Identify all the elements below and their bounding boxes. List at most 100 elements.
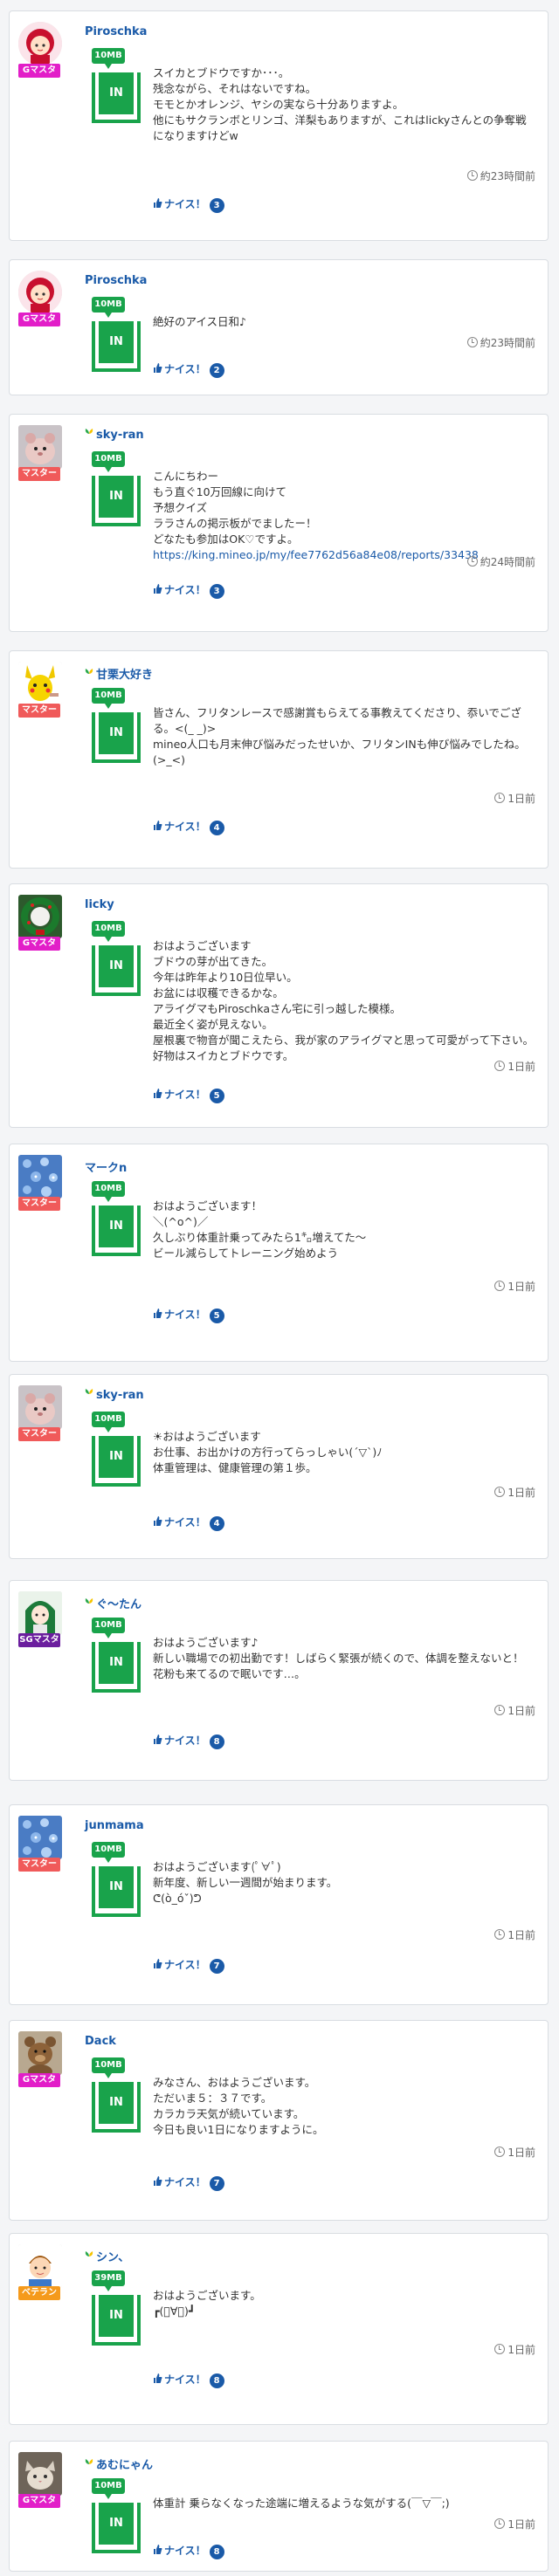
thumbs-up-icon [153,1089,164,1101]
post-card: マスター junmama 10MB IN おはようございます(ﾟ∀ﾟ) 新年度、新… [9,1804,549,2005]
post-time-text: 1日前 [507,1061,535,1073]
username-link[interactable]: あむにゃん [85,2456,153,2472]
username-text: Piroschka [85,274,148,287]
post-message-line: ☀おはようございます [153,1430,261,1443]
beginner-leaf-icon [85,1389,96,1402]
nice-count: 8 [209,1735,224,1749]
user-avatar[interactable] [18,895,62,938]
nice-button[interactable]: ナイス！ 3 [153,582,224,599]
thumbs-up-icon [153,2373,164,2386]
in-box-icon: IN [92,321,141,372]
rank-badge: マスター [18,1197,60,1211]
user-avatar[interactable] [18,2031,62,2075]
clock-icon [494,2344,506,2354]
thumbs-up-icon [153,1959,164,1971]
post-time: 1日前 [494,1059,535,1074]
username-text: シン、 [96,2251,130,2264]
post-time-text: 約24時間前 [480,556,535,568]
post-message-line: みなさん、おはようございます。 [153,2076,316,2089]
post-message-line: 絶好のアイス日和♪ [153,315,246,328]
post-message: 体重計 乗らなくなった途端に増えるような気がする(￣▽￣;) [153,2496,537,2511]
post-message-line: ビール減らしてトレーニング始めよう [153,1247,339,1260]
user-avatar[interactable] [18,1816,62,1859]
post-message-line: 残念ながら、それはないですね。 [153,82,317,95]
post-message-line: 久しぶり体重計乗ってみたら1㌔増えてた〜 [153,1231,367,1244]
nice-count: 3 [209,584,224,599]
in-box-icon: IN [92,476,141,526]
user-avatar[interactable] [18,2452,62,2496]
nice-label: ナイス！ [164,2176,206,2188]
user-avatar[interactable] [18,271,62,314]
in-box-icon: IN [92,945,141,996]
thumbs-up-icon [153,2176,164,2188]
username-link[interactable]: Piroschka [85,25,147,38]
username-link[interactable]: Piroschka [85,274,147,287]
in-box-icon: IN [92,72,141,123]
data-amount-tag: 10MB [92,1842,125,1863]
nice-label: ナイス！ [164,2545,206,2557]
post-message-line: おはようございます。 [153,2289,261,2302]
in-label: IN [99,321,134,363]
user-avatar[interactable] [18,22,62,65]
username-text: ぐ〜たん [96,1598,142,1611]
post-card: Gマスター あむにゃん 10MB IN 体重計 乗らなくなった途端に増えるような… [9,2441,549,2572]
user-avatar[interactable] [18,1591,62,1635]
post-time: 1日前 [494,1927,535,1942]
nice-button[interactable]: ナイス！ 4 [153,1515,224,1531]
post-time-text: 1日前 [507,793,535,805]
username-link[interactable]: マークn [85,1158,127,1175]
user-avatar[interactable] [18,662,62,705]
username-link[interactable]: sky-ran [85,1389,144,1402]
post-time-text: 1日前 [507,2147,535,2159]
post-card: ベテラン シン、 39MB IN おはようございます。 ┏(ﾟ∀ﾟ)┛ 1日前 ナ… [9,2233,549,2425]
post-message-line: 体重計 乗らなくなった途端に増えるような気がする(￣▽￣;) [153,2497,450,2510]
rank-badge: Gマスター [18,64,60,89]
beginner-leaf-icon [85,1598,96,1611]
data-amount-tag: 10MB [92,1412,125,1432]
username-link[interactable]: 甘栗大好き [85,665,153,682]
nice-count: 7 [209,1959,224,1974]
user-avatar[interactable] [18,1385,62,1429]
post-message-line: 最近全く姿が見えない。 [153,1018,273,1031]
post-time: 約24時間前 [466,554,535,569]
rank-badge: マスター [18,1427,60,1441]
post-message: おはようございます！ ＼(^o^)／ 久しぶり体重計乗ってみたら1㌔増えてた〜 ビール… [153,1199,537,1261]
username-link[interactable]: junmama [85,1819,144,1832]
post-message: スイカとブドウですか･･･。 残念ながら、それはないですね。 モモとかオレンジ、ヤシ… [153,65,537,144]
clock-icon [494,793,506,803]
nice-button[interactable]: ナイス！ 8 [153,2543,224,2559]
post-card: Gマスター Dack 10MB IN みなさん、おはようございます。 ただいま５：… [9,2020,549,2221]
post-message-line: 新しい職場での初出勤です！しばらく緊張が続くので、体調を整えないと！ [153,1652,524,1665]
nice-button[interactable]: ナイス！ 7 [153,2174,224,2191]
rank-badge: マスター [18,467,60,481]
post-time: 1日前 [494,1485,535,1500]
post-time: 約23時間前 [466,168,535,183]
nice-count: 5 [209,1309,224,1323]
post-message-line: ┏(ﾟ∀ﾟ)┛ [153,2305,196,2318]
user-avatar[interactable] [18,2244,62,2288]
post-message: こんにちわー もう直ぐ10万回線に向けて 予想クイズ ララさんの掲示板がでましたー！ ど… [153,469,537,563]
data-amount-tag: 10MB [92,921,125,942]
username-link[interactable]: licky [85,898,114,911]
in-label: IN [99,1206,134,1247]
nice-button[interactable]: ナイス！ 8 [153,1733,224,1749]
username-link[interactable]: ぐ〜たん [85,1595,141,1611]
nice-count: 3 [209,198,224,213]
nice-button[interactable]: ナイス！ 5 [153,1307,224,1323]
post-time-text: 1日前 [507,1487,535,1499]
post-message-line: ＼(^o^)／ [153,1215,209,1228]
nice-button[interactable]: ナイス！ 7 [153,1957,224,1974]
nice-button[interactable]: ナイス！ 4 [153,819,224,835]
nice-button[interactable]: ナイス！ 8 [153,2372,224,2388]
nice-button[interactable]: ナイス！ 3 [153,196,224,213]
user-avatar[interactable] [18,1155,62,1199]
username-link[interactable]: Dack [85,2035,116,2048]
nice-label: ナイス！ [164,2373,206,2386]
username-link[interactable]: sky-ran [85,429,144,442]
post-message-line: ᕦ(ò_óˇ)ᕤ [153,1892,202,1905]
user-avatar[interactable] [18,425,62,469]
rank-badge: SGマスタ [18,1633,60,1647]
nice-button[interactable]: ナイス！ 5 [153,1087,224,1103]
username-link[interactable]: シン、 [85,2248,129,2264]
nice-button[interactable]: ナイス！ 2 [153,361,224,378]
